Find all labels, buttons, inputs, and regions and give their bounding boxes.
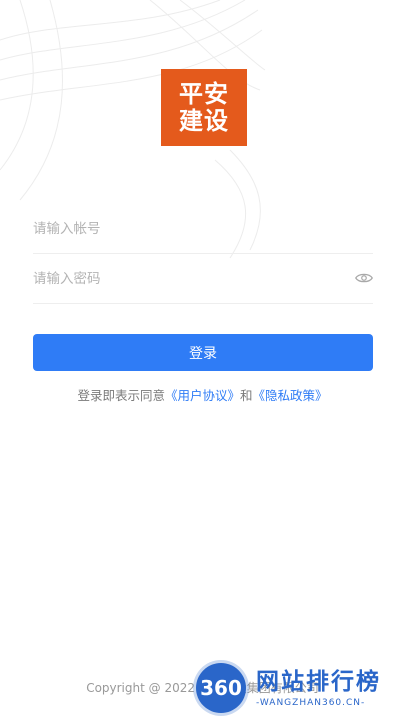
- privacy-policy-link[interactable]: 《隐私政策》: [253, 388, 328, 403]
- account-input[interactable]: [33, 221, 373, 237]
- watermark-subtitle: -WANGZHAN360.CN-: [256, 697, 366, 708]
- agreement-text: 登录即表示同意《用户协议》和《隐私政策》: [0, 385, 405, 404]
- app-logo: 平安 建设: [161, 69, 247, 146]
- account-field: [33, 205, 373, 254]
- logo-line-2: 建设: [179, 106, 229, 135]
- watermark-text: 网站排行榜 -WANGZHAN360.CN-: [256, 668, 381, 708]
- agreement-conjunction: 和: [240, 388, 253, 403]
- password-field: [33, 255, 373, 304]
- logo-line-1: 平安: [179, 79, 229, 108]
- password-input[interactable]: [33, 271, 373, 287]
- login-button[interactable]: 登录: [33, 334, 373, 371]
- eye-icon[interactable]: [355, 271, 373, 285]
- watermark-title: 网站排行榜: [256, 668, 381, 695]
- watermark-badge: 360: [196, 662, 246, 713]
- watermark: 360 网站排行榜 -WANGZHAN360.CN-: [196, 655, 405, 720]
- user-agreement-link[interactable]: 《用户协议》: [165, 388, 240, 403]
- agreement-prefix: 登录即表示同意: [77, 388, 165, 403]
